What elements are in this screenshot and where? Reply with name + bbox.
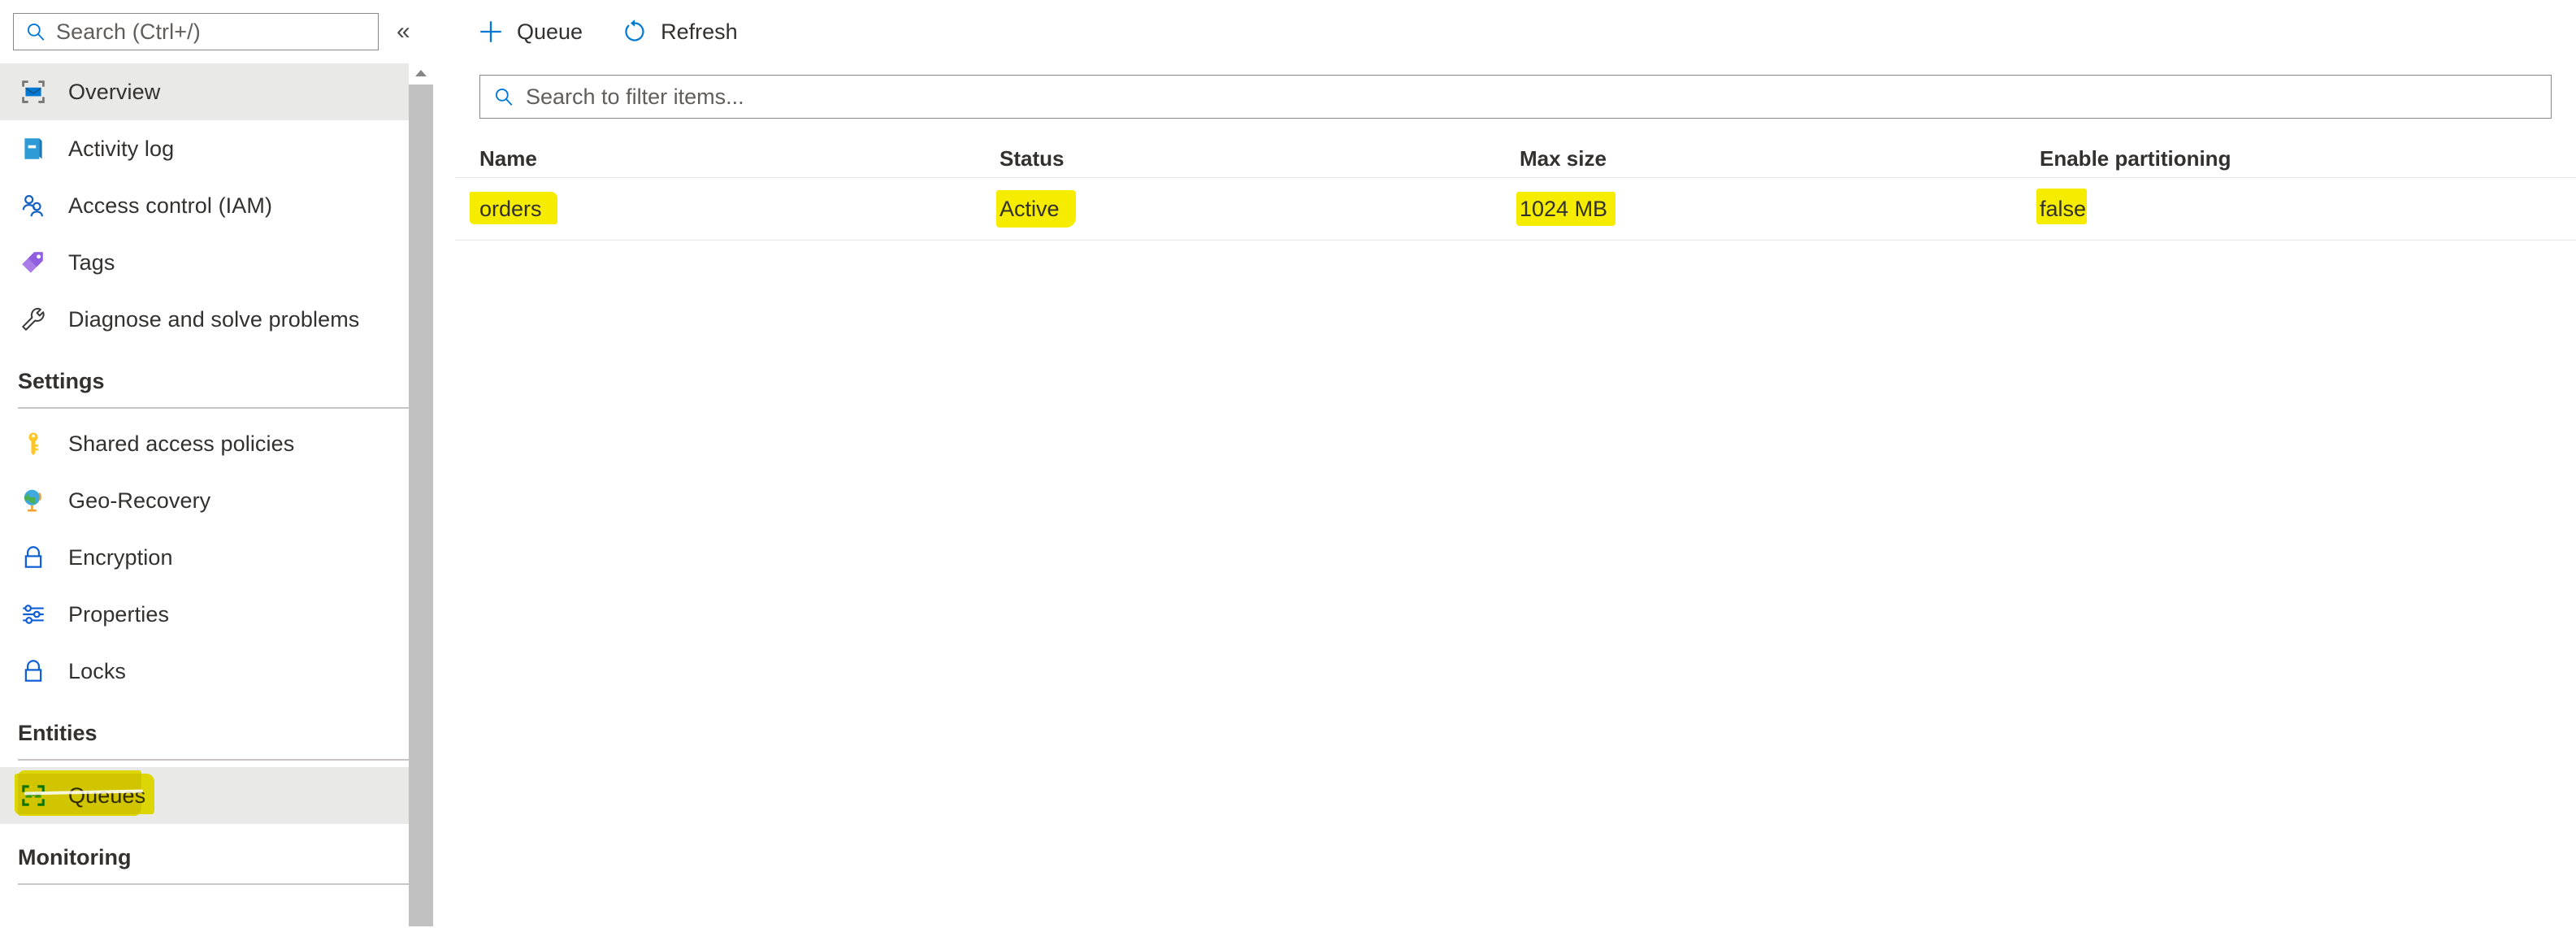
divider — [18, 759, 420, 761]
sidebar-search-row: Search (Ctrl+/) « — [0, 0, 455, 63]
sidebar-group-title: Entities — [18, 721, 98, 745]
sidebar-item-properties[interactable]: Properties — [0, 586, 433, 643]
sidebar-nav: Overview Activity log Access control (IA… — [0, 63, 455, 928]
divider — [18, 407, 420, 409]
refresh-button[interactable]: Refresh — [609, 9, 749, 54]
lock-icon — [16, 654, 50, 688]
status-value: Active — [1000, 196, 1060, 221]
sidebar-item-label: Diagnose and solve problems — [68, 306, 360, 332]
cell-enable-partitioning: false — [2036, 188, 2552, 224]
sidebar-item-diagnose[interactable]: Diagnose and solve problems — [0, 291, 433, 348]
sidebar: Search (Ctrl+/) « Overview Activity log … — [0, 0, 455, 928]
overview-icon — [16, 75, 50, 109]
sidebar-item-tags[interactable]: Tags — [0, 234, 433, 291]
sidebar-item-shared-access-policies[interactable]: Shared access policies — [0, 415, 433, 472]
filter-placeholder: Search to filter items... — [526, 84, 744, 109]
refresh-label: Refresh — [661, 19, 738, 44]
globe-icon — [16, 484, 50, 518]
sidebar-item-queues[interactable]: Queues — [0, 767, 433, 824]
sidebar-item-label: Properties — [68, 601, 170, 627]
tags-icon — [16, 245, 50, 280]
sidebar-item-label: Overview — [68, 79, 161, 104]
column-header-status[interactable]: Status — [1000, 146, 1520, 171]
sidebar-edge — [433, 0, 455, 928]
filter-input[interactable]: Search to filter items... — [479, 75, 2552, 119]
sidebar-item-label: Geo-Recovery — [68, 488, 211, 513]
sidebar-item-overview[interactable]: Overview — [0, 63, 433, 120]
scrollbar-thumb[interactable] — [409, 85, 433, 926]
sidebar-item-label: Tags — [68, 249, 115, 275]
command-bar: Queue Refresh — [455, 0, 2576, 63]
column-header-enable-partitioning[interactable]: Enable partitioning — [2040, 146, 2552, 171]
sidebar-item-label: Access control (IAM) — [68, 193, 273, 218]
add-queue-label: Queue — [517, 19, 583, 44]
search-icon — [493, 86, 514, 107]
search-input[interactable]: Search (Ctrl+/) — [13, 13, 379, 50]
cell-max-size: 1024 MB — [1516, 191, 2040, 226]
table-row[interactable]: orders Active 1024 MB false — [455, 177, 2576, 241]
column-header-name[interactable]: Name — [479, 146, 1000, 171]
access-control-icon — [16, 189, 50, 223]
filter-row: Search to filter items... — [455, 63, 2576, 119]
column-header-max-size[interactable]: Max size — [1520, 146, 2040, 171]
sidebar-item-activity-log[interactable]: Activity log — [0, 120, 433, 177]
activity-log-icon — [16, 132, 50, 166]
sidebar-item-label: Shared access policies — [68, 431, 295, 456]
sidebar-item-access-control[interactable]: Access control (IAM) — [0, 177, 433, 234]
max-size-value: 1024 MB — [1520, 196, 1608, 221]
cell-status: Active — [996, 189, 1520, 228]
queues-icon — [16, 778, 50, 813]
sidebar-group-settings: Settings Shared access policies Geo-Reco… — [0, 369, 433, 700]
azure-portal-blade: Search (Ctrl+/) « Overview Activity log … — [0, 0, 2576, 928]
table-header-row: Name Status Max size Enable partitioning — [455, 140, 2576, 177]
sidebar-item-locks[interactable]: Locks — [0, 643, 433, 700]
enable-partitioning-value: false — [2040, 196, 2087, 221]
sidebar-item-label: Queues — [68, 783, 146, 808]
scroll-up-arrow-icon[interactable] — [409, 63, 433, 83]
add-queue-button[interactable]: Queue — [465, 9, 594, 54]
sidebar-item-label: Locks — [68, 658, 127, 683]
sidebar-group-monitoring: Monitoring — [0, 845, 433, 885]
sidebar-item-encryption[interactable]: Encryption — [0, 529, 433, 586]
collapse-sidebar-button[interactable]: « — [397, 20, 410, 44]
search-placeholder: Search (Ctrl+/) — [56, 19, 201, 44]
sidebar-item-geo-recovery[interactable]: Geo-Recovery — [0, 472, 433, 529]
refresh-icon — [620, 17, 649, 46]
main-content: Queue Refresh Search to filter items... … — [455, 0, 2576, 928]
sidebar-scrollbar[interactable] — [409, 63, 433, 928]
search-icon — [25, 21, 46, 42]
queue-name-link[interactable]: orders — [479, 197, 542, 221]
sidebar-group-title: Settings — [18, 369, 105, 393]
sidebar-group-title: Monitoring — [18, 845, 132, 869]
wrench-icon — [16, 302, 50, 336]
lock-icon — [16, 540, 50, 575]
cell-name: orders — [470, 191, 1000, 224]
sidebar-group-entities: Entities Queues — [0, 721, 433, 824]
plus-icon — [476, 17, 505, 46]
key-icon — [16, 427, 50, 461]
sliders-icon — [16, 597, 50, 631]
sidebar-item-label: Activity log — [68, 136, 175, 161]
divider — [18, 883, 420, 885]
queues-table: Name Status Max size Enable partitioning… — [455, 140, 2576, 241]
sidebar-item-label: Encryption — [68, 544, 173, 570]
